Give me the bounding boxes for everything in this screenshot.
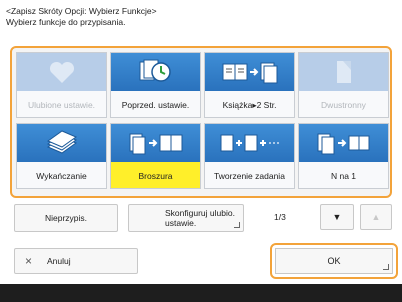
- corner-arrow-icon: [383, 264, 389, 270]
- tile-label: Dwustronny: [321, 99, 366, 110]
- tile-n-on-1[interactable]: N na 1: [298, 123, 389, 189]
- close-icon: ×: [25, 254, 33, 268]
- duplex-page-icon: [299, 53, 388, 91]
- cancel-button[interactable]: × Anuluj: [14, 248, 138, 274]
- book-to-2pages-icon: [205, 53, 294, 91]
- ok-label: OK: [327, 256, 341, 266]
- ok-button[interactable]: OK: [270, 243, 398, 279]
- n-on-1-icon: [299, 124, 388, 162]
- configure-label: Skonfiguruj ulubio. ustawie.: [165, 208, 235, 228]
- tile-label: Broszura: [111, 162, 200, 188]
- tile-duplex[interactable]: Dwustronny: [298, 52, 389, 118]
- scroll-down-button[interactable]: ▼: [320, 204, 354, 230]
- arrow-up-icon: ▲: [371, 212, 381, 222]
- tile-job-build[interactable]: Tworzenie zadania: [204, 123, 295, 189]
- heart-icon: [17, 53, 106, 91]
- tile-label: N na 1: [330, 170, 357, 181]
- finishing-icon: [17, 124, 106, 162]
- function-panel: Ulubione ustawie. Poprzed. ustawie. Ksią…: [10, 46, 392, 198]
- tile-label: Poprzed. ustawie.: [121, 99, 190, 110]
- tile-label: Ulubione ustawie.: [27, 99, 96, 110]
- tile-book-to-two-pages[interactable]: Książka▸2 Str.: [204, 52, 295, 118]
- status-bar: [0, 284, 402, 302]
- cancel-label: Anuluj: [47, 256, 71, 266]
- page-indicator: 1/3: [274, 212, 286, 222]
- screen-header: <Zapisz Skróty Opcji: Wybierz Funkcje> W…: [6, 6, 396, 28]
- screen-title: <Zapisz Skróty Opcji: Wybierz Funkcje>: [6, 6, 157, 16]
- unassign-label: Nieprzypis.: [44, 213, 88, 223]
- tile-booklet[interactable]: Broszura: [110, 123, 201, 189]
- bottom-bar: Nieprzypis. Skonfiguruj ulubio. ustawie.…: [14, 204, 392, 232]
- job-build-icon: [205, 124, 294, 162]
- tile-label: Książka▸2 Str.: [222, 99, 277, 110]
- unassign-button[interactable]: Nieprzypis.: [14, 204, 118, 232]
- screen-instruction: Wybierz funkcje do przypisania.: [6, 17, 126, 27]
- configure-favorites-button[interactable]: Skonfiguruj ulubio. ustawie.: [128, 204, 244, 232]
- tile-finishing[interactable]: Wykańczanie: [16, 123, 107, 189]
- tile-favorite-settings[interactable]: Ulubione ustawie.: [16, 52, 107, 118]
- tile-previous-settings[interactable]: Poprzed. ustawie.: [110, 52, 201, 118]
- booklet-icon: [111, 124, 200, 162]
- scroll-up-button[interactable]: ▲: [360, 204, 392, 230]
- arrow-down-icon: ▼: [332, 212, 342, 222]
- tile-label: Tworzenie zadania: [214, 170, 285, 181]
- clock-icon: [111, 53, 200, 91]
- corner-arrow-icon: [234, 222, 240, 228]
- tile-label: Wykańczanie: [36, 170, 87, 181]
